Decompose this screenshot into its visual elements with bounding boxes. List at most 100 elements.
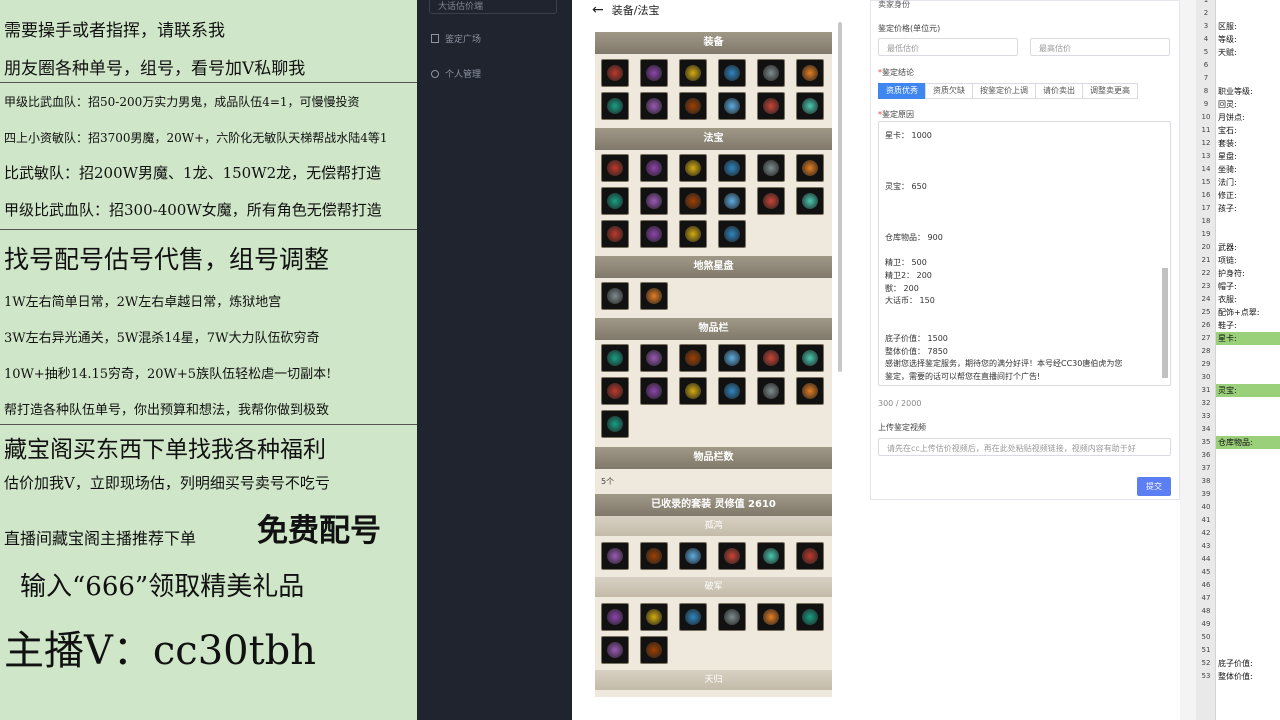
tab-higher[interactable]: 调整卖更高	[1082, 83, 1138, 99]
item-slot[interactable]	[679, 344, 707, 372]
item-slot[interactable]	[601, 282, 629, 310]
item-slot[interactable]	[640, 377, 668, 405]
item-slot[interactable]	[679, 220, 707, 248]
sheet-cell[interactable]: 星卡:	[1216, 332, 1280, 345]
submit-button[interactable]: 提交	[1137, 477, 1171, 496]
textarea-scrollbar[interactable]	[1162, 268, 1168, 378]
item-slot[interactable]	[718, 220, 746, 248]
tab-sell[interactable]: 请价卖出	[1035, 83, 1083, 99]
sheet-cell[interactable]: 坐骑:	[1216, 163, 1280, 176]
item-slot[interactable]	[640, 220, 668, 248]
sidebar-item-square[interactable]: 鉴定广场	[431, 32, 481, 45]
tab-excellent[interactable]: 资质优秀	[878, 83, 926, 99]
item-slot[interactable]	[601, 59, 629, 87]
sheet-cell[interactable]: 项链:	[1216, 254, 1280, 267]
item-slot[interactable]	[601, 542, 629, 570]
sidebar-item-personal[interactable]: 个人管理	[431, 67, 481, 80]
item-slot[interactable]	[601, 154, 629, 182]
item-slot[interactable]	[757, 187, 785, 215]
sheet-cell[interactable]: 灵宝:	[1216, 384, 1280, 397]
item-slot[interactable]	[796, 377, 824, 405]
item-slot[interactable]	[757, 344, 785, 372]
item-slot[interactable]	[757, 377, 785, 405]
item-slot[interactable]	[796, 542, 824, 570]
item-slot[interactable]	[640, 59, 668, 87]
item-slot[interactable]	[679, 187, 707, 215]
tab-raise[interactable]: 按鉴定价上调	[972, 83, 1036, 99]
min-price-input[interactable]: 最低估价	[878, 38, 1018, 56]
item-slot[interactable]	[679, 377, 707, 405]
sheet-cell[interactable]: 月饼点:	[1216, 111, 1280, 124]
item-slot[interactable]	[601, 187, 629, 215]
tab-lacking[interactable]: 资质欠缺	[925, 83, 973, 99]
sheet-cell[interactable]: 孩子:	[1216, 202, 1280, 215]
item-slot[interactable]	[796, 603, 824, 631]
sheet-cell[interactable]: 底子价值:	[1216, 657, 1280, 670]
sheet-cell[interactable]: 配饰+点翠:	[1216, 306, 1280, 319]
sheet-cell[interactable]: 法门:	[1216, 176, 1280, 189]
item-slot[interactable]	[640, 154, 668, 182]
item-slot[interactable]	[757, 59, 785, 87]
sheet-cell[interactable]: 帽子:	[1216, 280, 1280, 293]
item-slot[interactable]	[640, 92, 668, 120]
item-slot[interactable]	[757, 542, 785, 570]
item-slot[interactable]	[718, 59, 746, 87]
item-slot[interactable]	[679, 603, 707, 631]
item-slot[interactable]	[640, 187, 668, 215]
item-slot[interactable]	[601, 377, 629, 405]
item-slot[interactable]	[601, 344, 629, 372]
sheet-cell[interactable]: 护身符:	[1216, 267, 1280, 280]
sheet-cell[interactable]: 衣服:	[1216, 293, 1280, 306]
sheet-cell[interactable]: 天赋:	[1216, 46, 1280, 59]
item-slot[interactable]	[640, 636, 668, 664]
sheet-cell[interactable]: 套装:	[1216, 137, 1280, 150]
sheet-cell[interactable]: 鞋子:	[1216, 319, 1280, 332]
item-slot[interactable]	[679, 542, 707, 570]
item-slot[interactable]	[718, 187, 746, 215]
item-slot[interactable]	[757, 154, 785, 182]
sheet-cell[interactable]: 仓库物品:	[1216, 436, 1280, 449]
sheet-cell[interactable]: 区服:	[1216, 20, 1280, 33]
sheet-cell[interactable]: 修正:	[1216, 189, 1280, 202]
video-link-input[interactable]: 请先在cc上传估价视频后，再在此处粘贴视频链接，视频内容有助于好	[878, 438, 1171, 456]
item-slot[interactable]	[679, 154, 707, 182]
item-slot[interactable]	[679, 92, 707, 120]
item-slot[interactable]	[601, 410, 629, 438]
item-slot[interactable]	[757, 603, 785, 631]
sheet-cell[interactable]: 职业等级:	[1216, 85, 1280, 98]
item-slot[interactable]	[640, 344, 668, 372]
item-slot[interactable]	[718, 344, 746, 372]
item-slot[interactable]	[757, 92, 785, 120]
item-slot[interactable]	[796, 59, 824, 87]
sheet-cell[interactable]: 回灵:	[1216, 98, 1280, 111]
max-price-input[interactable]: 最高估价	[1030, 38, 1170, 56]
item-slot[interactable]	[640, 282, 668, 310]
item-icon	[607, 160, 623, 176]
item-slot[interactable]	[718, 603, 746, 631]
item-slot[interactable]	[601, 92, 629, 120]
item-slot[interactable]	[601, 220, 629, 248]
item-slot[interactable]	[601, 603, 629, 631]
item-slot[interactable]	[796, 154, 824, 182]
sheet-cell[interactable]: 武器:	[1216, 241, 1280, 254]
sheet-cell[interactable]: 等级:	[1216, 33, 1280, 46]
item-slot[interactable]	[640, 603, 668, 631]
item-slot[interactable]	[796, 187, 824, 215]
sheet-cell[interactable]: 宝石:	[1216, 124, 1280, 137]
arrow-left-icon[interactable]: ←	[592, 2, 604, 18]
role-select[interactable]: 大话估价端	[429, 0, 557, 14]
item-slot[interactable]	[718, 154, 746, 182]
item-slot[interactable]	[601, 636, 629, 664]
item-slot[interactable]	[718, 377, 746, 405]
item-slot[interactable]	[718, 542, 746, 570]
sheet-cell[interactable]: 整体价值:	[1216, 670, 1280, 683]
item-slot[interactable]	[718, 92, 746, 120]
item-slot[interactable]	[640, 542, 668, 570]
row-number: 15	[1201, 178, 1211, 186]
sheet-cell[interactable]: 星盘:	[1216, 150, 1280, 163]
item-slot[interactable]	[796, 344, 824, 372]
item-slot[interactable]	[679, 59, 707, 87]
item-slot[interactable]	[796, 92, 824, 120]
scrollbar[interactable]	[838, 22, 842, 372]
reason-textarea[interactable]: 星卡： 1000 灵宝： 650 仓库物品： 900 精卫： 500 精卫2： …	[878, 121, 1171, 386]
